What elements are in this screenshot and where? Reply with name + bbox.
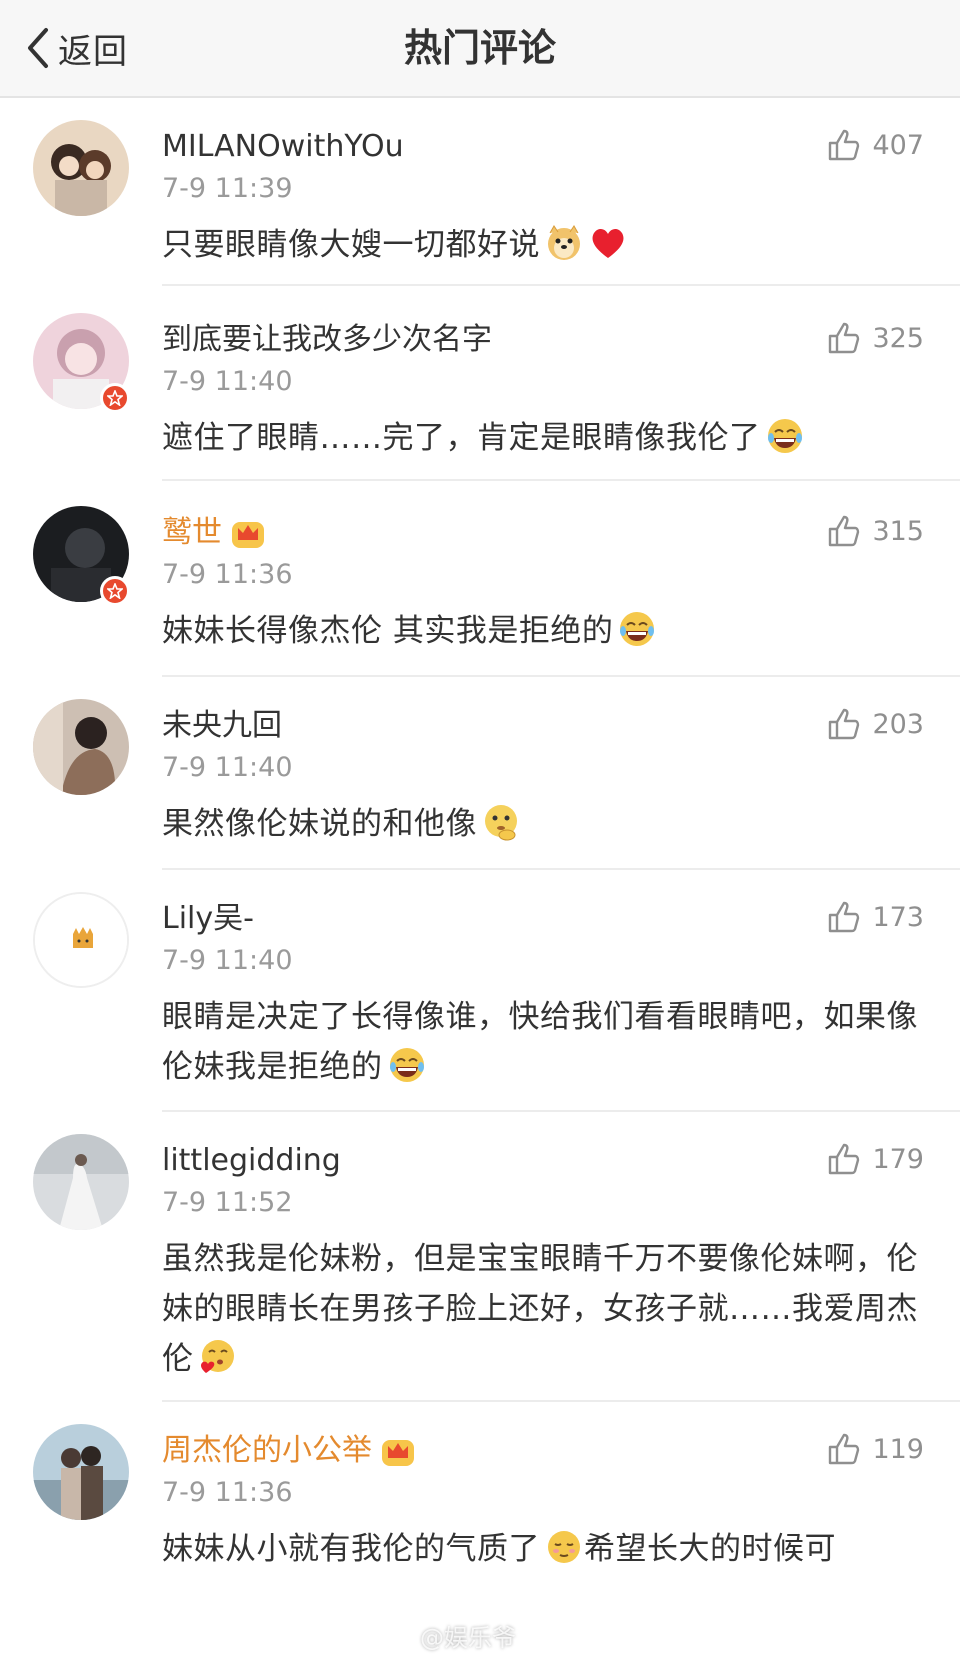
username[interactable]: littlegidding bbox=[162, 1140, 341, 1182]
timestamp: 7-9 11:36 bbox=[162, 1477, 293, 1508]
like-count: 173 bbox=[872, 901, 924, 933]
comment-text: 虽然我是伦妹粉，但是宝宝眼睛千万不要像伦妹啊，伦妹的眼睛长在男孩子脸上还好，女孩… bbox=[162, 1241, 918, 1377]
username[interactable]: 未央九回 bbox=[162, 705, 282, 747]
like-button[interactable]: 315 bbox=[826, 510, 924, 552]
like-count: 179 bbox=[872, 1143, 924, 1175]
thumbs-up-icon bbox=[829, 1143, 860, 1175]
username[interactable]: MILANOwithYOu bbox=[162, 126, 404, 168]
username[interactable]: 到底要让我改多少次名字 bbox=[162, 319, 492, 361]
timestamp: 7-9 11:40 bbox=[162, 752, 293, 783]
comment-text: 遮住了眼睛……完了，肯定是眼睛像我伦了 bbox=[162, 413, 930, 463]
like-button[interactable]: 325 bbox=[826, 317, 924, 359]
comment-item: 到底要让我改多少次名字 7-9 11:40 325 遮住了眼睛……完了，肯定是眼… bbox=[0, 291, 960, 484]
comment-text: 妹妹长得像杰伦 其实我是拒绝的 bbox=[162, 606, 930, 656]
like-count: 119 bbox=[872, 1433, 924, 1465]
heart-icon bbox=[592, 228, 624, 258]
nav-bar: 返回 热门评论 bbox=[0, 0, 960, 98]
like-button[interactable]: 407 bbox=[826, 124, 924, 166]
comment-text: 只要眼睛像大嫂一切都好说 bbox=[162, 220, 930, 270]
thumbs-up-icon bbox=[829, 1433, 860, 1465]
timestamp: 7-9 11:39 bbox=[162, 173, 293, 204]
laughing-tears-emoji-icon bbox=[620, 612, 655, 646]
like-count: 315 bbox=[872, 515, 924, 547]
divider bbox=[162, 479, 960, 481]
thumbs-up-icon bbox=[829, 129, 860, 161]
like-button[interactable]: 173 bbox=[826, 896, 924, 938]
avatar[interactable] bbox=[33, 1424, 129, 1520]
laughing-tears-emoji-icon bbox=[389, 1048, 424, 1082]
comment-text: 妹妹从小就有我伦的气质了 希望长大的时候可 bbox=[162, 1524, 930, 1574]
thumbs-up-icon bbox=[829, 515, 860, 547]
page-title: 热门评论 bbox=[403, 26, 556, 70]
thinking-emoji-icon bbox=[485, 805, 517, 841]
divider bbox=[162, 284, 960, 286]
like-count: 407 bbox=[872, 129, 924, 161]
watermark: @娱乐爷 bbox=[420, 1624, 516, 1652]
like-count: 325 bbox=[872, 322, 924, 354]
laughing-tears-emoji-icon bbox=[767, 419, 802, 453]
timestamp: 7-9 11:36 bbox=[162, 559, 293, 590]
comment-item: Lily吴- 7-9 11:40 173 眼睛是决定了长得像谁，快给我们看看眼睛… bbox=[0, 870, 960, 1112]
like-button[interactable]: 179 bbox=[826, 1138, 924, 1180]
avatar[interactable] bbox=[33, 699, 129, 795]
comment-text: 眼睛是决定了长得像谁，快给我们看看眼睛吧，如果像伦妹我是拒绝的 bbox=[162, 999, 918, 1085]
avatar[interactable] bbox=[33, 120, 129, 216]
comment-item: littlegidding 7-9 11:52 179 虽然我是伦妹粉，但是宝宝… bbox=[0, 1112, 960, 1402]
comment-item: MILANOwithYOu 7-9 11:39 407 只要眼睛像大嫂一切都好说 bbox=[0, 98, 960, 286]
love-kiss-emoji-icon bbox=[200, 1340, 234, 1373]
vip-crown-icon bbox=[382, 1440, 414, 1466]
avatar[interactable] bbox=[33, 892, 129, 988]
timestamp: 7-9 11:52 bbox=[162, 1187, 293, 1218]
thumbs-up-icon bbox=[829, 708, 860, 740]
comment-item: 鹫世 7-9 11:36 315 妹妹长得像杰伦 其实我是拒绝的 bbox=[0, 484, 960, 677]
comment-text: 果然像伦妹说的和他像 bbox=[162, 799, 930, 849]
like-button[interactable]: 203 bbox=[826, 703, 924, 745]
verified-badge-icon bbox=[100, 576, 130, 606]
username[interactable]: 鹫世 bbox=[162, 512, 266, 554]
timestamp: 7-9 11:40 bbox=[162, 366, 293, 397]
shy-emoji-icon bbox=[548, 1531, 580, 1563]
like-button[interactable]: 119 bbox=[826, 1428, 924, 1470]
thumbs-up-icon bbox=[829, 901, 860, 933]
timestamp: 7-9 11:40 bbox=[162, 945, 293, 976]
verified-badge-icon bbox=[100, 383, 130, 413]
avatar[interactable] bbox=[33, 1134, 129, 1230]
username[interactable]: Lily吴- bbox=[162, 898, 254, 940]
vip-crown-icon bbox=[232, 522, 264, 548]
doge-emoji-icon bbox=[548, 225, 580, 260]
like-count: 203 bbox=[872, 708, 924, 740]
thumbs-up-icon bbox=[829, 322, 860, 354]
comment-item: 未央九回 7-9 11:40 203 果然像伦妹说的和他像 bbox=[0, 677, 960, 870]
username[interactable]: 周杰伦的小公举 bbox=[162, 1430, 416, 1472]
